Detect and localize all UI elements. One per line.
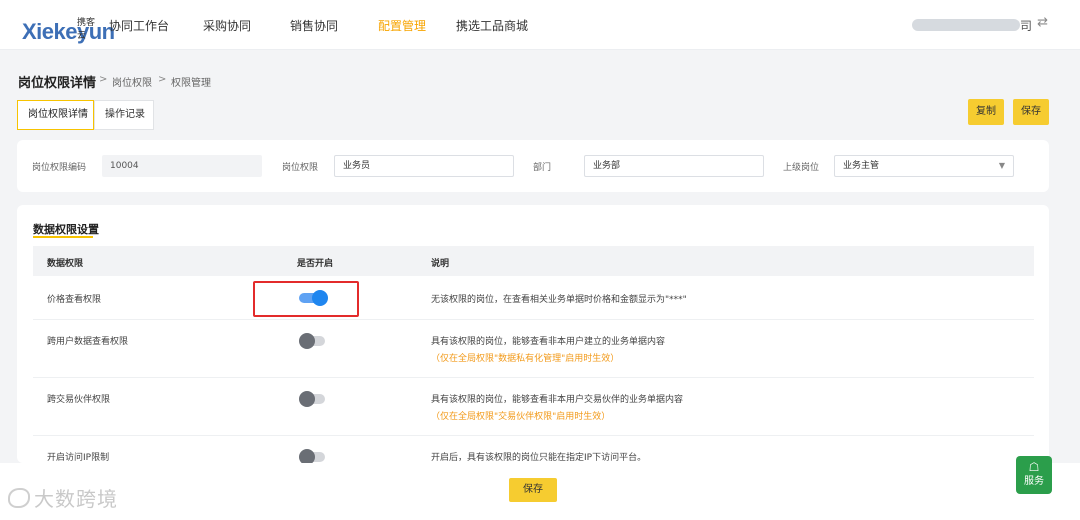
- logo-wordmark: Xiekeyun: [22, 19, 115, 44]
- customer-service-button[interactable]: ☖ 服务: [1016, 456, 1052, 494]
- row-note: （仅在全局权限"数据私有化管理"启用时生效）: [431, 354, 620, 364]
- app-logo[interactable]: Xiekeyun 携客云: [10, 10, 115, 44]
- superior-post-label: 上级岗位: [783, 163, 820, 173]
- nav-item-mall[interactable]: 携选工品商城: [456, 17, 528, 34]
- company-name-redacted: [911, 19, 1020, 31]
- breadcrumb-item-permission-management[interactable]: 权限管理: [171, 74, 211, 89]
- row-divider: [33, 319, 1034, 320]
- breadcrumb-item-post-permission[interactable]: 岗位权限: [112, 74, 152, 89]
- section-title-underline: [33, 236, 93, 238]
- toggle-knob: [299, 333, 315, 349]
- code-field: 10004: [102, 155, 262, 177]
- logo-subtitle: 携客云: [77, 18, 96, 41]
- highlight-box: [253, 281, 359, 317]
- row-permission-name: 跨用户数据查看权限: [47, 337, 129, 347]
- row-note: （仅在全局权限"交易伙伴权限"启用时生效）: [431, 412, 611, 422]
- row-description: 无该权限的岗位，在查看相关业务单据时价格和金额显示为"***": [431, 295, 687, 305]
- save-button[interactable]: 保存: [509, 478, 557, 502]
- column-header-enabled: 是否开启: [297, 259, 334, 269]
- row-permission-name: 跨交易伙伴权限: [47, 395, 111, 405]
- switch-company-icon[interactable]: ⇄: [1037, 15, 1048, 30]
- top-navbar: Xiekeyun 携客云 协同工作台 采购协同 销售协同 配置管理 携选工品商城…: [0, 0, 1080, 50]
- superior-post-select[interactable]: 业务主管 ▼: [834, 155, 1014, 177]
- cross-partner-toggle[interactable]: [299, 391, 325, 407]
- row-description: 具有该权限的岗位，能够查看非本用户建立的业务单据内容: [431, 337, 666, 347]
- cross-user-view-toggle[interactable]: [299, 333, 325, 349]
- permission-label: 岗位权限: [282, 163, 319, 173]
- nav-item-workbench[interactable]: 协同工作台: [109, 17, 169, 34]
- table-header: [33, 246, 1034, 276]
- row-description: 具有该权限的岗位，能够查看非本用户交易伙伴的业务单据内容: [431, 395, 684, 405]
- row-permission-name: 开启访问IP限制: [47, 453, 110, 463]
- column-header-description: 说明: [431, 259, 450, 269]
- department-input[interactable]: 业务部: [584, 155, 764, 177]
- column-header-permission: 数据权限: [47, 259, 84, 269]
- service-label: 服务: [1024, 476, 1044, 487]
- nav-item-purchase[interactable]: 采购协同: [203, 17, 251, 34]
- watermark: 大数跨境: [8, 483, 118, 512]
- tab-permission-detail[interactable]: 岗位权限详情: [17, 100, 94, 130]
- code-label: 岗位权限编码: [32, 163, 87, 173]
- page-title: 岗位权限详情: [18, 76, 97, 91]
- toggle-knob: [299, 391, 315, 407]
- tab-operation-log[interactable]: 操作记录: [94, 100, 154, 130]
- department-label: 部门: [533, 163, 552, 173]
- watermark-logo-icon: [8, 488, 30, 508]
- save-button-top[interactable]: 保存: [1013, 99, 1049, 125]
- service-icon: ☖: [1028, 460, 1040, 474]
- company-name[interactable]: 司: [911, 17, 1032, 34]
- chevron-down-icon: ▼: [998, 161, 1005, 170]
- permission-name-input[interactable]: 业务员: [334, 155, 514, 177]
- breadcrumb-separator-icon: >: [99, 74, 108, 85]
- row-permission-name: 价格查看权限: [47, 295, 102, 305]
- ip-restriction-toggle[interactable]: [299, 449, 325, 465]
- nav-item-sales[interactable]: 销售协同: [290, 17, 338, 34]
- row-divider: [33, 435, 1034, 436]
- section-title: 数据权限设置: [33, 223, 99, 236]
- copy-button[interactable]: 复制: [968, 99, 1004, 125]
- nav-item-config[interactable]: 配置管理: [378, 17, 426, 34]
- row-divider: [33, 377, 1034, 378]
- breadcrumb-separator-icon: >: [158, 74, 167, 85]
- row-description: 开启后，具有该权限的岗位只能在指定IP下访问平台。: [431, 453, 647, 463]
